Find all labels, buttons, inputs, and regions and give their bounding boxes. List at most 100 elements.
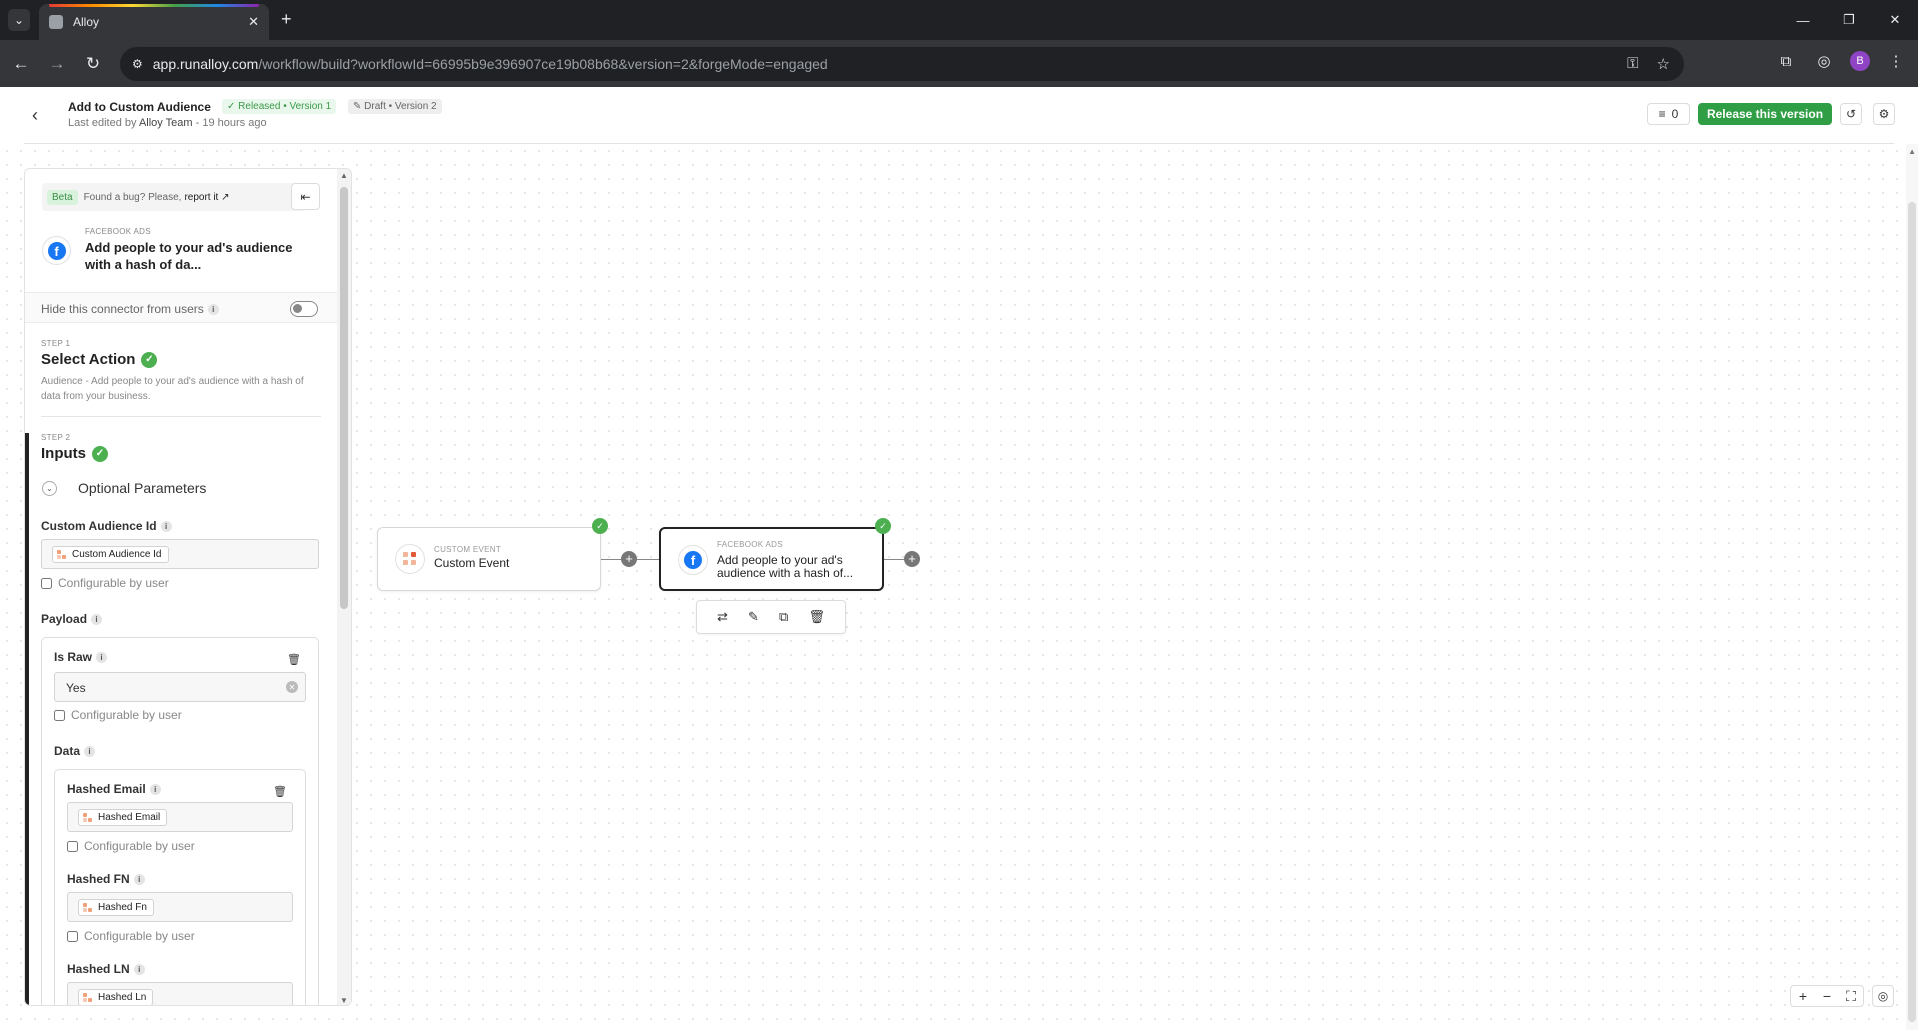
- panel-scrollbar[interactable]: ▲ ▼: [337, 169, 351, 1005]
- canvas-scrollbar[interactable]: ▲: [1906, 144, 1918, 1030]
- canvas-scroll-thumb[interactable]: [1908, 202, 1916, 1022]
- info-icon[interactable]: i: [91, 614, 103, 626]
- trash-icon[interactable]: 🗑: [287, 653, 301, 666]
- address-bar[interactable]: ⚙ app.runalloy.com /workflow/build?workf…: [120, 47, 1684, 81]
- custom-event-icon: [395, 544, 425, 574]
- facebook-ads-node[interactable]: f FACEBOOK ADS Add people to your ad's a…: [659, 527, 884, 591]
- node-title: Custom Event: [434, 556, 510, 570]
- variable-chip[interactable]: Hashed Email: [78, 809, 168, 826]
- restore-icon[interactable]: ❐: [1826, 0, 1872, 40]
- custom-audience-id-label: Custom Audience Id i: [41, 519, 172, 533]
- custom-audience-id-input[interactable]: Custom Audience Id: [41, 539, 319, 569]
- delete-trash-icon[interactable]: 🗑: [808, 609, 825, 625]
- zoom-out-icon[interactable]: −: [1815, 986, 1839, 1006]
- new-tab-plus-icon[interactable]: +: [281, 9, 292, 29]
- configurable-by-user-checkbox[interactable]: Configurable by user: [67, 929, 195, 943]
- scroll-down-icon[interactable]: ▼: [340, 996, 348, 1005]
- add-step-plus-icon[interactable]: +: [904, 551, 920, 567]
- is-raw-select[interactable]: Yes ✕: [54, 672, 306, 702]
- workflow-header: ‹ Add to Custom Audience ✓ Released • Ve…: [0, 87, 1918, 143]
- profile-avatar[interactable]: B: [1850, 51, 1870, 71]
- panel-scroll-thumb[interactable]: [340, 187, 348, 609]
- reload-icon[interactable]: ↻: [80, 51, 106, 77]
- info-icon[interactable]: i: [96, 652, 108, 664]
- step-2-title: Inputs ✓: [41, 445, 321, 462]
- data-group: Hashed Email i 🗑 Hashed Email Configurabl…: [54, 769, 306, 1005]
- clear-icon[interactable]: ✕: [286, 681, 298, 693]
- configurable-by-user-checkbox[interactable]: Configurable by user: [54, 708, 182, 722]
- trash-icon[interactable]: 🗑: [273, 785, 287, 798]
- variable-chip[interactable]: Hashed Ln: [78, 989, 154, 1005]
- forward-arrow-icon[interactable]: →: [44, 51, 70, 77]
- connector-header: f FACEBOOK ADS Add people to your ad's a…: [42, 227, 322, 287]
- tab-close-icon[interactable]: ✕: [248, 14, 259, 30]
- logs-button[interactable]: ≡ 0: [1647, 103, 1690, 125]
- bookmark-star-icon[interactable]: ☆: [1657, 55, 1670, 73]
- scroll-up-icon[interactable]: ▲: [340, 171, 348, 180]
- checkbox[interactable]: [41, 577, 52, 589]
- custom-event-node[interactable]: CUSTOM EVENT Custom Event: [377, 527, 601, 591]
- edit-pencil-icon[interactable]: ✎: [748, 609, 759, 625]
- extension-icon[interactable]: ◎: [1812, 52, 1836, 70]
- browser-tab[interactable]: Alloy ✕: [39, 4, 269, 40]
- last-edited-prefix: Last edited by: [68, 117, 137, 129]
- configurable-by-user-checkbox[interactable]: Configurable by user: [67, 839, 195, 853]
- checkbox[interactable]: [54, 709, 65, 721]
- checkbox[interactable]: [67, 930, 78, 942]
- data-label-text: Data: [54, 744, 81, 758]
- window-controls: — ❐ ✕: [1780, 0, 1918, 40]
- checkbox[interactable]: [67, 840, 78, 852]
- info-icon[interactable]: i: [133, 964, 145, 976]
- variable-chip[interactable]: Custom Audience Id: [52, 546, 169, 563]
- scroll-up-icon[interactable]: ▲: [1908, 147, 1916, 156]
- info-icon[interactable]: i: [133, 874, 145, 886]
- add-step-plus-icon[interactable]: +: [621, 551, 637, 567]
- optional-parameters-toggle[interactable]: ⌄ Optional Parameters: [42, 480, 206, 496]
- release-version-button[interactable]: Release this version: [1698, 103, 1832, 125]
- released-version-badge[interactable]: ✓ Released • Version 1: [222, 99, 337, 114]
- password-key-icon[interactable]: ⚿: [1627, 55, 1638, 73]
- draft-version-badge[interactable]: ✎ Draft • Version 2: [348, 99, 442, 114]
- hashed-fn-input[interactable]: Hashed Fn: [67, 892, 293, 922]
- chip-label: Hashed Ln: [98, 992, 147, 1003]
- is-raw-label: Is Raw i: [54, 650, 108, 664]
- step-2-title-text: Inputs: [41, 445, 86, 462]
- swap-icon[interactable]: ⇄: [717, 609, 728, 625]
- window-close-icon[interactable]: ✕: [1872, 0, 1918, 40]
- duplicate-icon[interactable]: ⧉: [779, 609, 788, 625]
- extensions-puzzle-icon[interactable]: ⧉: [1774, 53, 1798, 70]
- step-1-section[interactable]: STEP 1 Select Action ✓ Audience - Add peo…: [41, 339, 321, 404]
- back-arrow-icon[interactable]: ←: [8, 51, 34, 77]
- collapse-panel-icon[interactable]: ⇤: [291, 183, 320, 210]
- payload-group: Is Raw i 🗑 Yes ✕ Configurable by user Dat…: [41, 637, 319, 1005]
- zoom-controls: + − ⛶: [1790, 985, 1864, 1007]
- report-link-text: report it: [184, 191, 219, 203]
- step-divider: [41, 416, 321, 417]
- node-kicker: FACEBOOK ADS: [717, 540, 783, 549]
- zoom-in-icon[interactable]: +: [1791, 986, 1815, 1006]
- hashed-ln-label: Hashed LN i: [67, 962, 145, 976]
- report-bug-link[interactable]: report it ↗: [184, 192, 229, 203]
- back-chevron-icon[interactable]: ‹: [32, 105, 38, 126]
- info-icon[interactable]: i: [160, 521, 172, 533]
- variable-chip[interactable]: Hashed Fn: [78, 899, 154, 916]
- settings-gear-icon[interactable]: ⚙: [1873, 103, 1895, 125]
- site-info-icon[interactable]: ⚙: [132, 57, 143, 71]
- logs-count: 0: [1671, 107, 1679, 121]
- browser-menu-icon[interactable]: ⋮: [1884, 52, 1908, 70]
- minimize-icon[interactable]: —: [1780, 0, 1826, 40]
- fullscreen-icon[interactable]: ⛶: [1839, 986, 1863, 1006]
- hashed-ln-input[interactable]: Hashed Ln: [67, 982, 293, 1005]
- info-icon[interactable]: i: [149, 784, 161, 796]
- hide-connector-toggle[interactable]: [290, 301, 318, 317]
- node-success-check-icon: ✓: [592, 518, 608, 534]
- hashed-email-input[interactable]: Hashed Email: [67, 802, 293, 832]
- history-icon[interactable]: ↺: [1840, 103, 1862, 125]
- target-center-icon[interactable]: ◎: [1872, 985, 1894, 1007]
- hide-label-text: Hide this connector from users: [41, 302, 204, 316]
- connector-name: Add people to your ad's audience with a …: [85, 240, 293, 272]
- tab-list-chevron-icon[interactable]: ⌄: [8, 9, 30, 31]
- info-icon[interactable]: i: [84, 746, 96, 758]
- info-icon[interactable]: i: [207, 304, 219, 316]
- configurable-by-user-checkbox[interactable]: Configurable by user: [41, 576, 169, 590]
